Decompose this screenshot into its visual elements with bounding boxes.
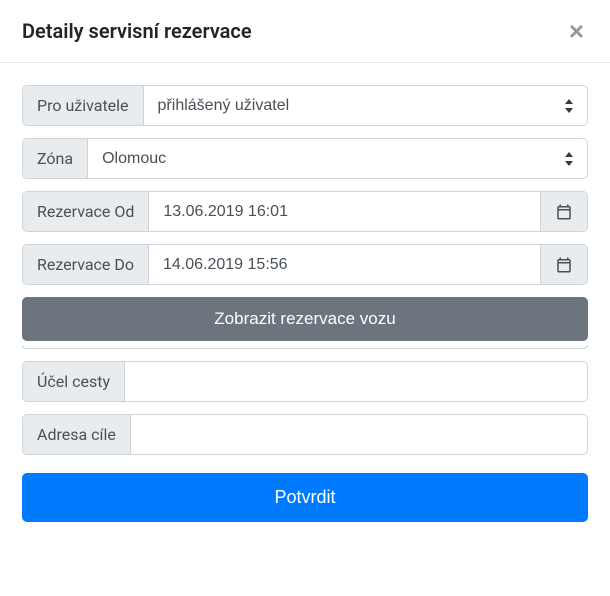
calendar-icon: [555, 256, 573, 274]
modal-header: Detaily servisní rezervace ×: [0, 0, 610, 63]
close-button[interactable]: ×: [565, 18, 588, 44]
zone-label: Zóna: [23, 139, 88, 178]
from-label: Rezervace Od: [23, 192, 149, 231]
confirm-button[interactable]: Potvrdit: [22, 473, 588, 522]
from-calendar-button[interactable]: [540, 192, 587, 231]
calendar-icon: [555, 203, 573, 221]
from-input[interactable]: [149, 192, 540, 231]
user-select-wrap: přihlášený uživatel: [144, 86, 587, 125]
destination-input[interactable]: [131, 415, 587, 454]
user-select[interactable]: přihlášený uživatel: [144, 87, 587, 124]
from-field-group: Rezervace Od: [22, 191, 588, 232]
reservation-details-modal: Detaily servisní rezervace × Pro uživate…: [0, 0, 610, 546]
to-field-group: Rezervace Do: [22, 244, 588, 285]
user-field-group: Pro uživatele přihlášený uživatel: [22, 85, 588, 126]
show-reservations-button[interactable]: Zobrazit rezervace vozu: [22, 297, 588, 341]
destination-label: Adresa cíle: [23, 415, 131, 454]
zone-select[interactable]: Olomouc: [88, 140, 587, 177]
destination-field-group: Adresa cíle: [22, 414, 588, 455]
purpose-field-group: Účel cesty: [22, 361, 588, 402]
purpose-label: Účel cesty: [23, 362, 125, 401]
modal-body: Pro uživatele přihlášený uživatel Zóna O…: [0, 63, 610, 546]
to-calendar-button[interactable]: [540, 245, 587, 284]
user-label: Pro uživatele: [23, 86, 144, 125]
to-input[interactable]: [149, 245, 540, 284]
modal-title: Detaily servisní rezervace: [22, 19, 252, 43]
zone-field-group: Zóna Olomouc: [22, 138, 588, 179]
divider: [22, 345, 588, 349]
zone-select-wrap: Olomouc: [88, 139, 587, 178]
to-label: Rezervace Do: [23, 245, 149, 284]
close-icon: ×: [569, 16, 584, 46]
purpose-input[interactable]: [125, 362, 587, 401]
